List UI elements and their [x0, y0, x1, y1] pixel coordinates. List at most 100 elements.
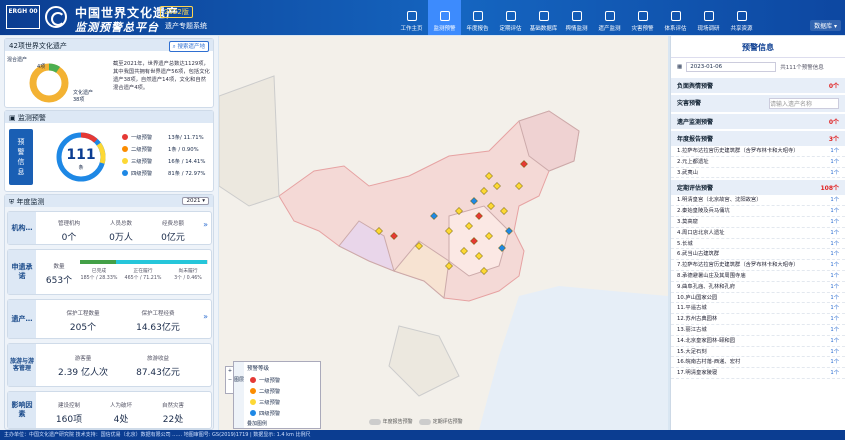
- app-header: ERGH 00 中国世界文化遗产 监测预警总平台 2022版 遗产专题系统 工作…: [0, 0, 845, 35]
- item-badge: 1个: [830, 208, 839, 215]
- org-row: 机构… 管理机构 0个 人员总数 0万人 经费总额 0亿元 »: [7, 211, 212, 245]
- item-text: 14.北京皇家园林-颐和园: [677, 337, 736, 344]
- alert-list-item[interactable]: 1.拉萨布达拉宫历史建筑群（含罗布林卡和大昭寺） 1个: [671, 146, 845, 157]
- date-input[interactable]: 2023-01-06: [686, 62, 777, 72]
- nav-tab-label: 工作主页: [400, 26, 423, 32]
- nav-tab[interactable]: 体系评估: [659, 0, 692, 35]
- alert-list-item[interactable]: 2.元上都遗址 1个: [671, 157, 845, 168]
- nav-tab[interactable]: 定期评估: [494, 0, 527, 35]
- legend-items: 一级预警 二级预警 三级预警 四级预警: [250, 374, 280, 418]
- item-badge: 1个: [830, 240, 839, 247]
- alert-list-item[interactable]: 10.庐山国家公园 1个: [671, 293, 845, 304]
- alert-list-item[interactable]: 17.明清皇家陵寝 1个: [671, 368, 845, 379]
- toggle-periodic-switch[interactable]: [418, 418, 431, 425]
- alert-unit: 条: [78, 165, 84, 171]
- legend-label: 二级预警: [259, 388, 281, 395]
- nav-tab-label: 灾害预警: [631, 26, 654, 32]
- factor-cell-1: 建设控制 160项: [55, 403, 83, 425]
- nav-tab[interactable]: 工作主页: [395, 0, 428, 35]
- nav-tab[interactable]: 灾害预警: [626, 0, 659, 35]
- layer-button[interactable]: 图层: [234, 362, 244, 428]
- legend-base: 叠加图例: [247, 421, 268, 427]
- monitor-icon: ▣: [9, 114, 18, 122]
- item-badge: 1个: [830, 283, 839, 290]
- item-badge: 1个: [830, 370, 839, 377]
- nav-icon: [703, 11, 714, 21]
- alert-list-item[interactable]: 8.承德避暑山庄及其周围寺庙 1个: [671, 271, 845, 282]
- disaster-search-input[interactable]: 请输入遗产名称: [769, 98, 839, 109]
- alert-list-item[interactable]: 3.武夷山 1个: [671, 168, 845, 179]
- legend-dot: [250, 376, 256, 383]
- alert-list-item[interactable]: 5.长城 1个: [671, 239, 845, 250]
- item-text: 3.武夷山: [677, 169, 698, 176]
- alert-list-item[interactable]: 15.大足石刻 1个: [671, 347, 845, 358]
- tourism-cell-1: 游客量 2.39 亿人次: [58, 356, 108, 378]
- section-negative-opinion[interactable]: 负面舆情预警 0个: [671, 78, 845, 93]
- user-menu[interactable]: 数据库 ▾: [810, 20, 841, 31]
- nav-icon: [406, 11, 417, 21]
- alert-list-item[interactable]: 16.皖南古村落-西递、宏村 1个: [671, 357, 845, 369]
- nav-tab[interactable]: 现场调研: [692, 0, 725, 35]
- alert-list-item[interactable]: 6.武当山古建筑群 1个: [671, 249, 845, 261]
- section-heritage-monitor[interactable]: 遗产监测预警 0个: [671, 114, 845, 129]
- section-annual-report[interactable]: 年度报告预警 3个: [671, 131, 845, 146]
- alert-list-item[interactable]: 12.苏州古典园林 1个: [671, 314, 845, 325]
- done-cell: 已完成 185个 / 28.33%: [80, 269, 118, 281]
- alert-list-item[interactable]: 3.莫高窟 1个: [671, 217, 845, 228]
- level-dot: [122, 134, 128, 140]
- alert-list-item[interactable]: 2.秦始皇陵及兵马俑坑 1个: [671, 206, 845, 217]
- alert-list-item[interactable]: 4.周口店北京人遗址 1个: [671, 228, 845, 239]
- factor-cell-3: 自然灾害 22处: [161, 403, 184, 425]
- search-heritage-button[interactable]: ⌕ 搜索遗产地: [168, 41, 209, 52]
- alert-info-label: 预警信息: [9, 129, 33, 185]
- item-text: 4.周口店北京人遗址: [677, 229, 725, 236]
- item-text: 15.大足石刻: [677, 348, 707, 355]
- nav-tab[interactable]: 监测预警: [428, 0, 461, 35]
- nav-tab-label: 年度报告: [466, 26, 489, 32]
- level-value: 16条 / 14.41%: [168, 159, 206, 165]
- tourism-cell-2: 旅游收益 87.43亿元: [136, 356, 180, 378]
- tourism-row: 旅游与游客管理 游客量 2.39 亿人次 旅游收益 87.43亿元: [7, 343, 212, 387]
- alert-list-item[interactable]: 7.拉萨布达拉宫历史建筑群（含罗布林卡和大昭寺） 1个: [671, 260, 845, 271]
- nav-tab[interactable]: 舆情监测: [560, 0, 593, 35]
- alert-title: ▣ 监测预警: [5, 111, 213, 123]
- nav-tab-label: 体系评估: [664, 26, 687, 32]
- nav-tab[interactable]: 基础数据库: [527, 0, 560, 35]
- org-cell-3: 经费总额 0亿元: [161, 221, 185, 243]
- item-text: 11.平遥古城: [677, 305, 707, 312]
- year-select[interactable]: 2021 ▾: [182, 197, 209, 205]
- item-badge: 1个: [830, 305, 839, 312]
- toggle-annual-switch[interactable]: [369, 418, 381, 425]
- toggle-periodic-label: 定期评估预警: [432, 419, 463, 425]
- version-badge: 2022版: [160, 6, 193, 18]
- expand-chevron-icon[interactable]: »: [203, 312, 208, 321]
- alert-total: 111: [66, 147, 96, 163]
- item-badge: 1个: [830, 229, 839, 236]
- panel-title: 预警信息: [671, 36, 845, 58]
- section-disaster[interactable]: 灾害预警 请输入遗产名称: [671, 95, 845, 112]
- nav-icon: [439, 11, 450, 21]
- factor-cell-2: 人为破坏 4处: [109, 403, 132, 425]
- org-cell-1: 管理机构 0个: [57, 221, 80, 243]
- alert-list-item[interactable]: 13.丽江古城 1个: [671, 325, 845, 336]
- heritage-summary-panel: 42项世界文化遗产 ⌕ 搜索遗产地 混合遗产 4项 文化遗产 38项 截至2021年…: [4, 38, 214, 108]
- expand-chevron-icon[interactable]: »: [203, 220, 208, 229]
- nav-tab[interactable]: 年度报告: [461, 0, 494, 35]
- alert-info-panel: 预警信息 ▦ 2023-01-06 共111个预警信息 负面舆情预警 0个 灾害预…: [670, 36, 845, 430]
- nav-tab[interactable]: 共享资源: [725, 0, 758, 35]
- item-badge: 1个: [830, 197, 839, 204]
- alert-list-item[interactable]: 14.北京皇家园林-颐和园 1个: [671, 336, 845, 347]
- alert-list-item[interactable]: 9.曲阜孔庙、孔林和孔府 1个: [671, 282, 845, 293]
- protect-cell-1: 保护工程数量 205个: [66, 311, 100, 333]
- org-cell-2: 人员总数 0万人: [109, 221, 133, 243]
- legend-label: 一级预警: [259, 377, 281, 384]
- system-subtitle: 遗产专题系统: [165, 22, 207, 30]
- alert-list-item[interactable]: 11.平遥古城 1个: [671, 303, 845, 315]
- alert-level-item: 一级预警 13条/ 11.71%: [122, 131, 212, 143]
- legend-item: 一级预警: [250, 374, 280, 385]
- main-nav: 工作主页 监测预警 年度报告 定期评估 基础数据库 舆情监测 遗产监测 灾害预警 体系评估 现场调…: [395, 0, 758, 35]
- section-periodic-eval[interactable]: 定期评估预警 108个: [671, 180, 845, 196]
- nav-tab[interactable]: 遗产监测: [593, 0, 626, 35]
- alert-list-item[interactable]: 1.明清皇宫（北京故宫、沈阳故宫） 1个: [671, 195, 845, 207]
- item-badge: 1个: [830, 158, 839, 165]
